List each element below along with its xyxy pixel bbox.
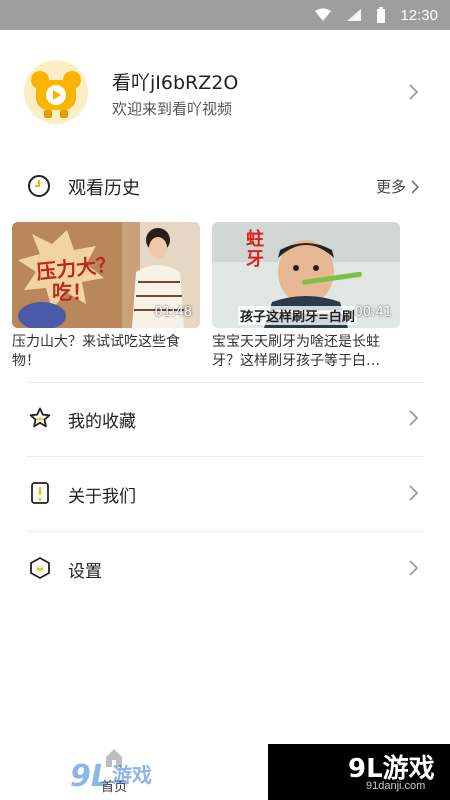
clock-icon bbox=[28, 175, 50, 197]
chevron-right-icon bbox=[409, 560, 419, 576]
wifi-icon bbox=[315, 8, 332, 21]
divider bbox=[26, 531, 424, 532]
history-header: 观看历史 更多 bbox=[0, 168, 450, 204]
avatar[interactable] bbox=[24, 60, 88, 124]
history-title: 观看历史 bbox=[68, 178, 140, 199]
watermark-logo-icon: 9L 游戏 bbox=[70, 759, 152, 794]
thumbnail-text: 吃！ bbox=[52, 280, 92, 304]
history-video-card[interactable]: 压力大？ 吃！ 01:48 压力山大？来试试吃这些食物！ bbox=[12, 222, 200, 371]
status-bar: 12:30 bbox=[0, 0, 450, 30]
more-button[interactable]: 更多 bbox=[376, 176, 420, 197]
chevron-right-icon bbox=[409, 485, 419, 501]
menu-label: 我的收藏 bbox=[68, 412, 136, 432]
watermark-banner: 9L游戏 91danji.com bbox=[268, 744, 450, 800]
video-title[interactable]: 宝宝天天刷牙为啥还是长蛀牙？这样刷牙孩子等于白… bbox=[212, 333, 400, 371]
divider bbox=[26, 382, 424, 383]
thumbnail-text: 孩子这样刷牙=白刷 bbox=[238, 306, 357, 325]
menu-label: 设置 bbox=[68, 562, 102, 582]
menu-item-about[interactable]: 关于我们 bbox=[0, 465, 450, 521]
svg-text:9L: 9L bbox=[70, 759, 110, 794]
chevron-right-icon bbox=[409, 84, 419, 100]
username: 看吖jI6bRZ2O bbox=[112, 72, 239, 94]
battery-icon bbox=[377, 7, 386, 23]
history-video-card[interactable]: 蛀牙 孩子这样刷牙=白刷 00:41 宝宝天天刷牙为啥还是长蛀牙？这样刷牙孩子等… bbox=[212, 222, 400, 371]
profile-header[interactable]: 看吖jI6bRZ2O 欢迎来到看吖视频 bbox=[0, 52, 450, 132]
hexagon-settings-icon bbox=[30, 557, 50, 579]
video-title[interactable]: 压力山大？来试试吃这些食物！ bbox=[12, 333, 200, 371]
info-icon bbox=[31, 482, 49, 504]
chevron-right-icon bbox=[409, 410, 419, 426]
app-logo-icon bbox=[24, 60, 88, 124]
star-icon bbox=[29, 407, 51, 428]
welcome-text: 欢迎来到看吖视频 bbox=[112, 100, 233, 118]
divider bbox=[26, 456, 424, 457]
video-duration: 00:41 bbox=[354, 305, 392, 320]
more-label: 更多 bbox=[375, 178, 406, 196]
video-thumbnail[interactable]: 蛀牙 孩子这样刷牙=白刷 00:41 bbox=[212, 222, 400, 328]
menu-item-favorites[interactable]: 我的收藏 bbox=[0, 390, 450, 446]
status-time: 12:30 bbox=[400, 6, 438, 24]
svg-text:游戏: 游戏 bbox=[112, 763, 152, 787]
menu-item-settings[interactable]: 设置 bbox=[0, 540, 450, 596]
thumbnail-text: 蛀牙 bbox=[246, 229, 264, 270]
menu-label: 关于我们 bbox=[68, 487, 136, 507]
chevron-right-icon bbox=[411, 179, 420, 194]
video-thumbnail[interactable]: 压力大？ 吃！ 01:48 bbox=[12, 222, 200, 328]
watermark-site: 91danji.com bbox=[366, 780, 426, 792]
video-duration: 01:48 bbox=[154, 305, 192, 320]
signal-icon bbox=[347, 9, 362, 21]
